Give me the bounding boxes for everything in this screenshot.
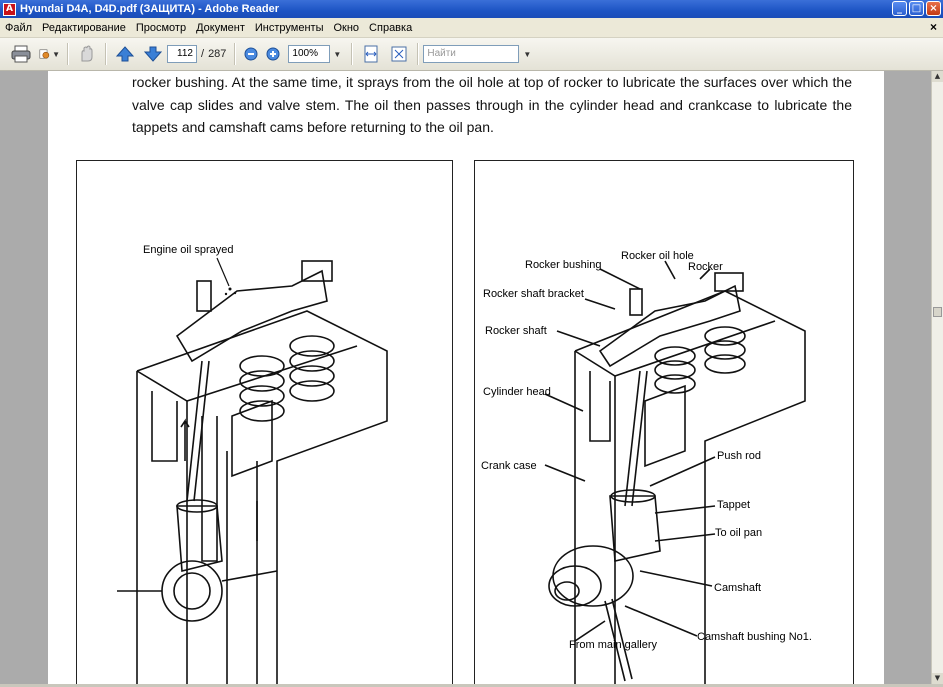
scroll-up-icon[interactable]: ▲ <box>932 71 943 82</box>
figure-right: Rocker bushing Rocker oil hole Rocker Ro… <box>474 160 854 684</box>
callout-camshaft: Camshaft <box>714 582 762 594</box>
callout-engine-oil-sprayed: Engine oil sprayed <box>143 244 234 256</box>
document-viewport[interactable]: rocker bushing. At the same time, it spr… <box>0 71 931 684</box>
toolbar-separator <box>417 43 420 65</box>
callout-camshaft-bushing: Camshaft bushing No1. <box>697 631 812 643</box>
callout-rocker-shaft: Rocker shaft <box>485 325 547 337</box>
pdf-page: rocker bushing. At the same time, it spr… <box>48 71 884 684</box>
zoom-in-icon[interactable] <box>265 43 281 65</box>
hand-tool-icon[interactable] <box>76 43 98 65</box>
callout-push-rod: Push rod <box>717 450 762 462</box>
page-separator: / <box>201 48 205 60</box>
scroll-down-icon[interactable]: ▼ <box>932 673 943 684</box>
callout-rocker: Rocker <box>688 261 723 273</box>
menu-view[interactable]: Просмотр <box>131 22 191 34</box>
window-controls: _ □ × <box>892 1 941 16</box>
scroll-thumb[interactable] <box>933 307 942 317</box>
title-bar: A Hyundai D4A, D4D.pdf (ЗАЩИТА) - Adobe … <box>0 0 943 18</box>
toolbar-separator <box>234 43 237 65</box>
minimize-button[interactable]: _ <box>892 1 907 16</box>
menu-document[interactable]: Документ <box>191 22 250 34</box>
callout-rocker-shaft-bracket: Rocker shaft bracket <box>483 288 584 300</box>
menu-bar: Файл Редактирование Просмотр Документ Ин… <box>0 18 943 38</box>
fit-page-icon[interactable] <box>388 43 410 65</box>
callout-cylinder-head: Cylinder head <box>483 386 551 398</box>
toolbar-separator <box>105 43 107 65</box>
next-page-icon[interactable] <box>142 43 164 65</box>
callout-crank-case: Crank case <box>481 460 537 472</box>
lubrication-system-drawing <box>544 260 806 684</box>
menu-file[interactable]: Файл <box>0 22 37 34</box>
vertical-scrollbar[interactable]: ▲ ▼ <box>931 71 943 684</box>
page-number-input[interactable]: 112 <box>167 45 197 63</box>
toolbar: ▼ 112 / 287 100% ▼ Найти ▼ <box>0 38 943 71</box>
engine-oil-spray-drawing <box>117 257 388 684</box>
callout-tappet: Tappet <box>717 499 751 511</box>
page-total: 287 <box>208 48 227 60</box>
menu-help[interactable]: Справка <box>364 22 417 34</box>
menu-edit[interactable]: Редактирование <box>37 22 131 34</box>
fit-width-icon[interactable] <box>360 43 382 65</box>
adobe-reader-icon: A <box>3 2 16 16</box>
maximize-button[interactable]: □ <box>909 1 924 16</box>
callout-from-main-gallery: From main gallery <box>569 639 658 651</box>
callout-rocker-oil-hole: Rocker oil hole <box>621 250 694 262</box>
spray-pointer <box>216 257 230 287</box>
toolbar-separator <box>351 43 354 65</box>
figure-left: Engine oil sprayed <box>76 160 453 684</box>
callout-rocker-bushing: Rocker bushing <box>525 259 602 271</box>
document-close-button[interactable]: × <box>930 20 937 34</box>
toolbar-separator <box>67 43 69 65</box>
previous-page-icon[interactable] <box>114 43 136 65</box>
chevron-down-icon[interactable]: ▼ <box>52 50 60 59</box>
callout-to-oil-pan: To oil pan <box>715 527 763 539</box>
email-icon[interactable]: ▼ <box>38 43 60 65</box>
search-input[interactable]: Найти <box>423 45 520 63</box>
menu-window[interactable]: Окно <box>328 22 364 34</box>
search-chevron-down-icon[interactable]: ▼ <box>523 50 531 59</box>
zoom-select[interactable]: 100% <box>288 45 331 63</box>
body-paragraph: rocker bushing. At the same time, it spr… <box>132 74 852 135</box>
zoom-chevron-down-icon[interactable]: ▼ <box>333 50 341 59</box>
print-icon[interactable] <box>10 43 32 65</box>
close-button[interactable]: × <box>926 1 941 16</box>
menu-tools[interactable]: Инструменты <box>250 22 329 34</box>
window-title: Hyundai D4A, D4D.pdf (ЗАЩИТА) - Adobe Re… <box>20 3 279 15</box>
zoom-out-icon[interactable] <box>243 43 259 65</box>
